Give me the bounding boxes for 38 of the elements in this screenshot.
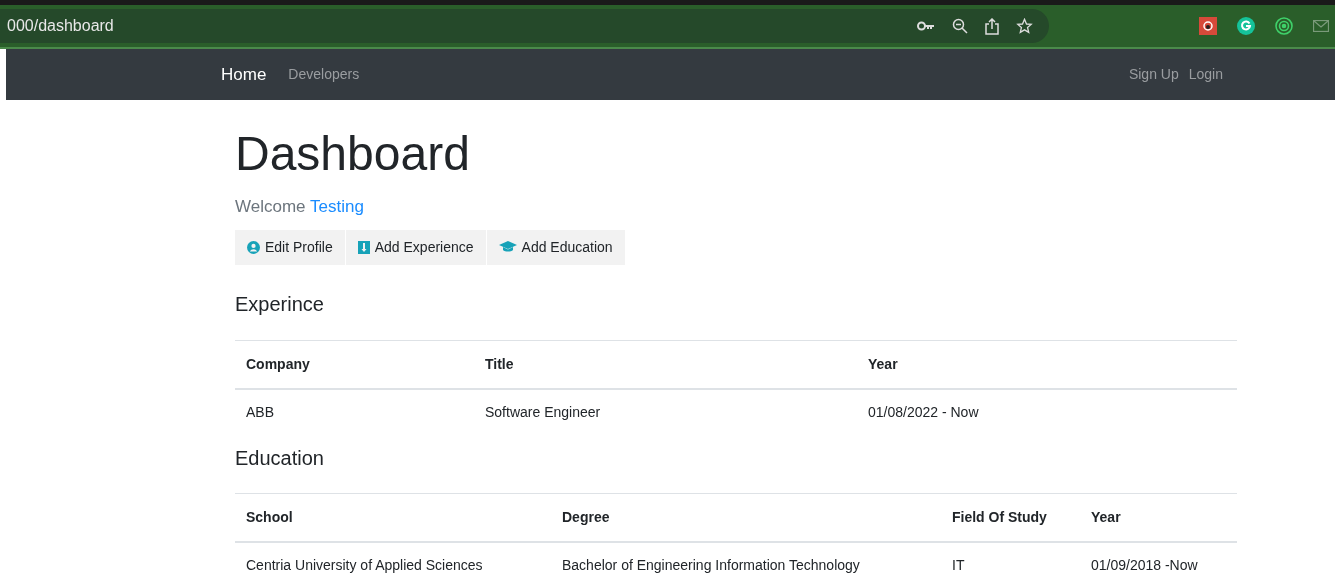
table-cell: ABB bbox=[235, 388, 474, 435]
table-cell: 01/08/2022 - Now bbox=[857, 388, 1237, 435]
table-cell: Centria University of Applied Sciences bbox=[235, 541, 551, 581]
star-icon[interactable] bbox=[1016, 18, 1033, 34]
user-name: Testing bbox=[309, 197, 364, 216]
column-header: Year bbox=[1080, 493, 1237, 542]
column-header: Company bbox=[235, 340, 474, 389]
column-header: School bbox=[235, 493, 551, 542]
column-header: Degree bbox=[551, 493, 941, 542]
zoom-out-icon[interactable] bbox=[952, 18, 968, 34]
action-button[interactable]: Add Education bbox=[486, 229, 625, 265]
nav-link[interactable]: Login bbox=[1188, 64, 1223, 85]
grammar-extension-icon[interactable] bbox=[1237, 17, 1255, 35]
nav-link[interactable]: Developers bbox=[288, 64, 360, 85]
table-cell: 01/09/2018 -Now bbox=[1080, 541, 1237, 581]
user-circle-icon bbox=[247, 240, 260, 254]
url-text: 000/dashboard bbox=[7, 16, 114, 36]
welcome-text: Welcome bbox=[235, 197, 306, 216]
section-heading: Education bbox=[235, 445, 325, 471]
column-header: Title bbox=[474, 340, 857, 389]
share-icon[interactable] bbox=[985, 17, 999, 35]
table-cell: IT bbox=[941, 541, 1080, 581]
nav-link[interactable]: Sign Up bbox=[1128, 64, 1179, 85]
table-cell: Bachelor of Engineering Information Technology bbox=[551, 541, 941, 581]
key-icon[interactable] bbox=[917, 21, 935, 31]
table-cell: Software Engineer bbox=[474, 388, 857, 435]
column-header: Year bbox=[857, 340, 1237, 389]
address-bar[interactable]: 000/dashboard bbox=[0, 9, 1049, 43]
page-title: Dashboard bbox=[235, 126, 471, 182]
extension-icon[interactable] bbox=[1199, 17, 1217, 35]
action-button[interactable]: Add Experience bbox=[345, 229, 486, 265]
mail-icon[interactable] bbox=[1313, 20, 1329, 32]
column-header: Field Of Study bbox=[941, 493, 1080, 542]
brand-link[interactable]: Home bbox=[221, 61, 267, 88]
action-button[interactable]: Edit Profile bbox=[235, 229, 345, 265]
target-icon[interactable] bbox=[1275, 17, 1293, 35]
section-heading: Experince bbox=[235, 291, 325, 317]
graduation-cap-icon bbox=[498, 241, 517, 253]
